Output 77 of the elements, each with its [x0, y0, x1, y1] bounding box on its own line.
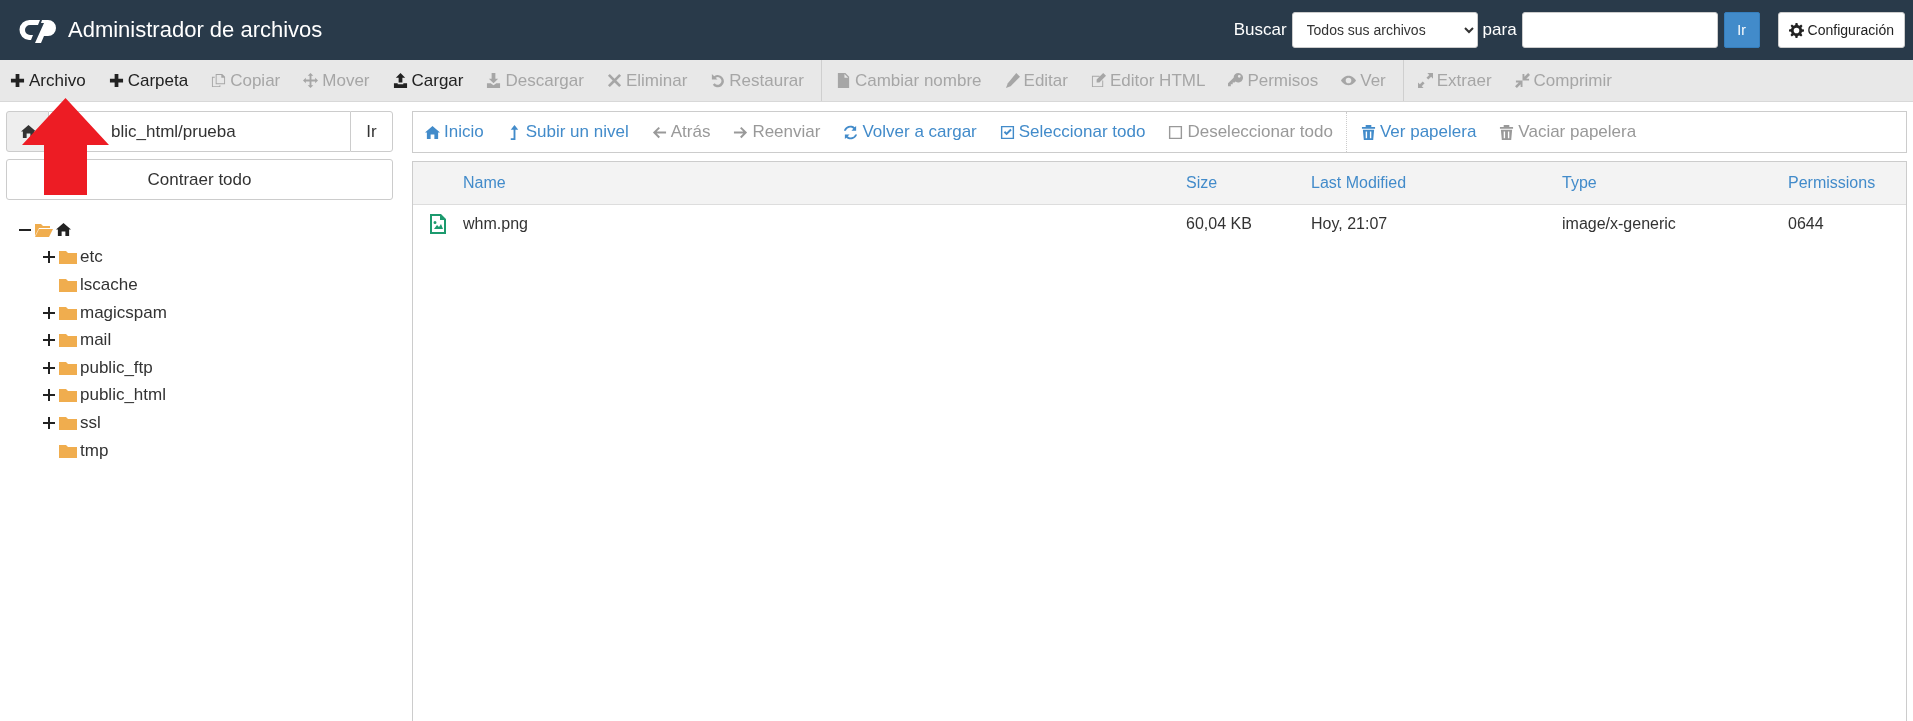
expand-icon[interactable] [42, 250, 56, 265]
home-icon [425, 124, 440, 140]
table-cell-text: whm.png [463, 215, 529, 233]
folder-icon [59, 250, 77, 265]
compress-icon [1514, 73, 1530, 88]
expand-icon [1417, 73, 1433, 88]
download-icon [486, 73, 502, 88]
pencil-icon [1004, 73, 1020, 88]
tree-item[interactable]: tmp [80, 440, 109, 461]
gear-icon [1788, 22, 1804, 38]
eye-icon [1341, 73, 1357, 88]
logo-icon [18, 17, 58, 43]
expand-icon[interactable] [42, 305, 56, 320]
nav-button[interactable]: Subir un nivel [494, 112, 640, 152]
right-arrow-icon [733, 124, 749, 140]
move-icon [303, 73, 319, 88]
column-header[interactable]: Last Modified [1311, 174, 1562, 192]
left-arrow-icon [651, 124, 667, 140]
nav-button[interactable]: Seleccionar todo [987, 112, 1157, 152]
tree-item[interactable]: lscache [80, 275, 138, 295]
nav-button[interactable]: Ver papelera [1348, 112, 1488, 152]
folder-icon [59, 360, 77, 375]
upload-icon [392, 73, 408, 88]
expand-icon[interactable] [42, 415, 56, 430]
folder-icon [59, 305, 77, 320]
folder-icon [59, 278, 77, 292]
close-icon [606, 73, 622, 88]
expand-icon[interactable] [42, 360, 56, 375]
collapse-all-button[interactable]: Contraer todo [6, 159, 393, 200]
column-header[interactable]: Size [1186, 174, 1311, 192]
tree-item[interactable]: ssl [80, 412, 101, 433]
tree-item[interactable]: public_ftp [80, 357, 153, 378]
open-folder-icon [35, 222, 53, 237]
app-title: Administrador de archivos [68, 17, 324, 43]
go-button[interactable]: Ir [350, 111, 393, 152]
folder-icon [59, 388, 77, 403]
nav-button[interactable]: Inicio [413, 112, 495, 152]
edit-icon [1090, 73, 1106, 88]
trash-icon [1499, 124, 1515, 140]
path-field[interactable]: blic_html/prueba [111, 111, 350, 152]
empty-box-icon [1168, 124, 1184, 140]
tree-item[interactable]: public_html [80, 385, 166, 406]
expand-icon[interactable] [42, 333, 56, 348]
search-field[interactable] [1521, 12, 1718, 48]
folder-icon [59, 443, 77, 458]
toolbar-button[interactable]: Carpeta [98, 60, 202, 101]
key-icon [1228, 73, 1244, 88]
table-cell-text: image/x-generic [1562, 215, 1677, 233]
table-cell-text: 0644 [1788, 215, 1825, 233]
table-cell-text: 60,04 KB [1186, 215, 1253, 233]
plus-icon [10, 73, 25, 88]
tree-item[interactable]: etc [80, 247, 103, 268]
nav-button[interactable]: Volver a cargar [831, 112, 988, 152]
expand-icon[interactable] [42, 388, 56, 403]
toolbar-button[interactable]: Cargar [382, 60, 477, 101]
table-cell-text: Hoy, 21:07 [1311, 215, 1389, 233]
trash-icon [1360, 124, 1376, 140]
home-icon[interactable] [56, 222, 71, 238]
tree-item[interactable]: magicspam [80, 302, 167, 323]
tree-item[interactable]: mail [80, 330, 112, 351]
for-label: para [1482, 20, 1517, 40]
image-file-icon [429, 214, 447, 234]
folder-icon [59, 333, 77, 348]
plus-icon [108, 73, 124, 88]
go-button[interactable]: Ir [1723, 12, 1760, 48]
column-header[interactable]: Name [463, 174, 1186, 192]
checked-box-icon [999, 124, 1015, 140]
scope-dropdown[interactable]: Todos sus archivos [1291, 12, 1478, 48]
copy-icon [211, 73, 227, 88]
file-icon [835, 73, 851, 88]
folder-icon [59, 415, 77, 430]
column-header[interactable]: Type [1562, 174, 1788, 192]
settings-button[interactable]: Configuración [1777, 12, 1905, 48]
column-header[interactable]: Permissions [1788, 174, 1906, 192]
undo-icon [710, 73, 726, 88]
refresh-icon [843, 124, 859, 140]
search-label: Buscar [1233, 20, 1287, 40]
